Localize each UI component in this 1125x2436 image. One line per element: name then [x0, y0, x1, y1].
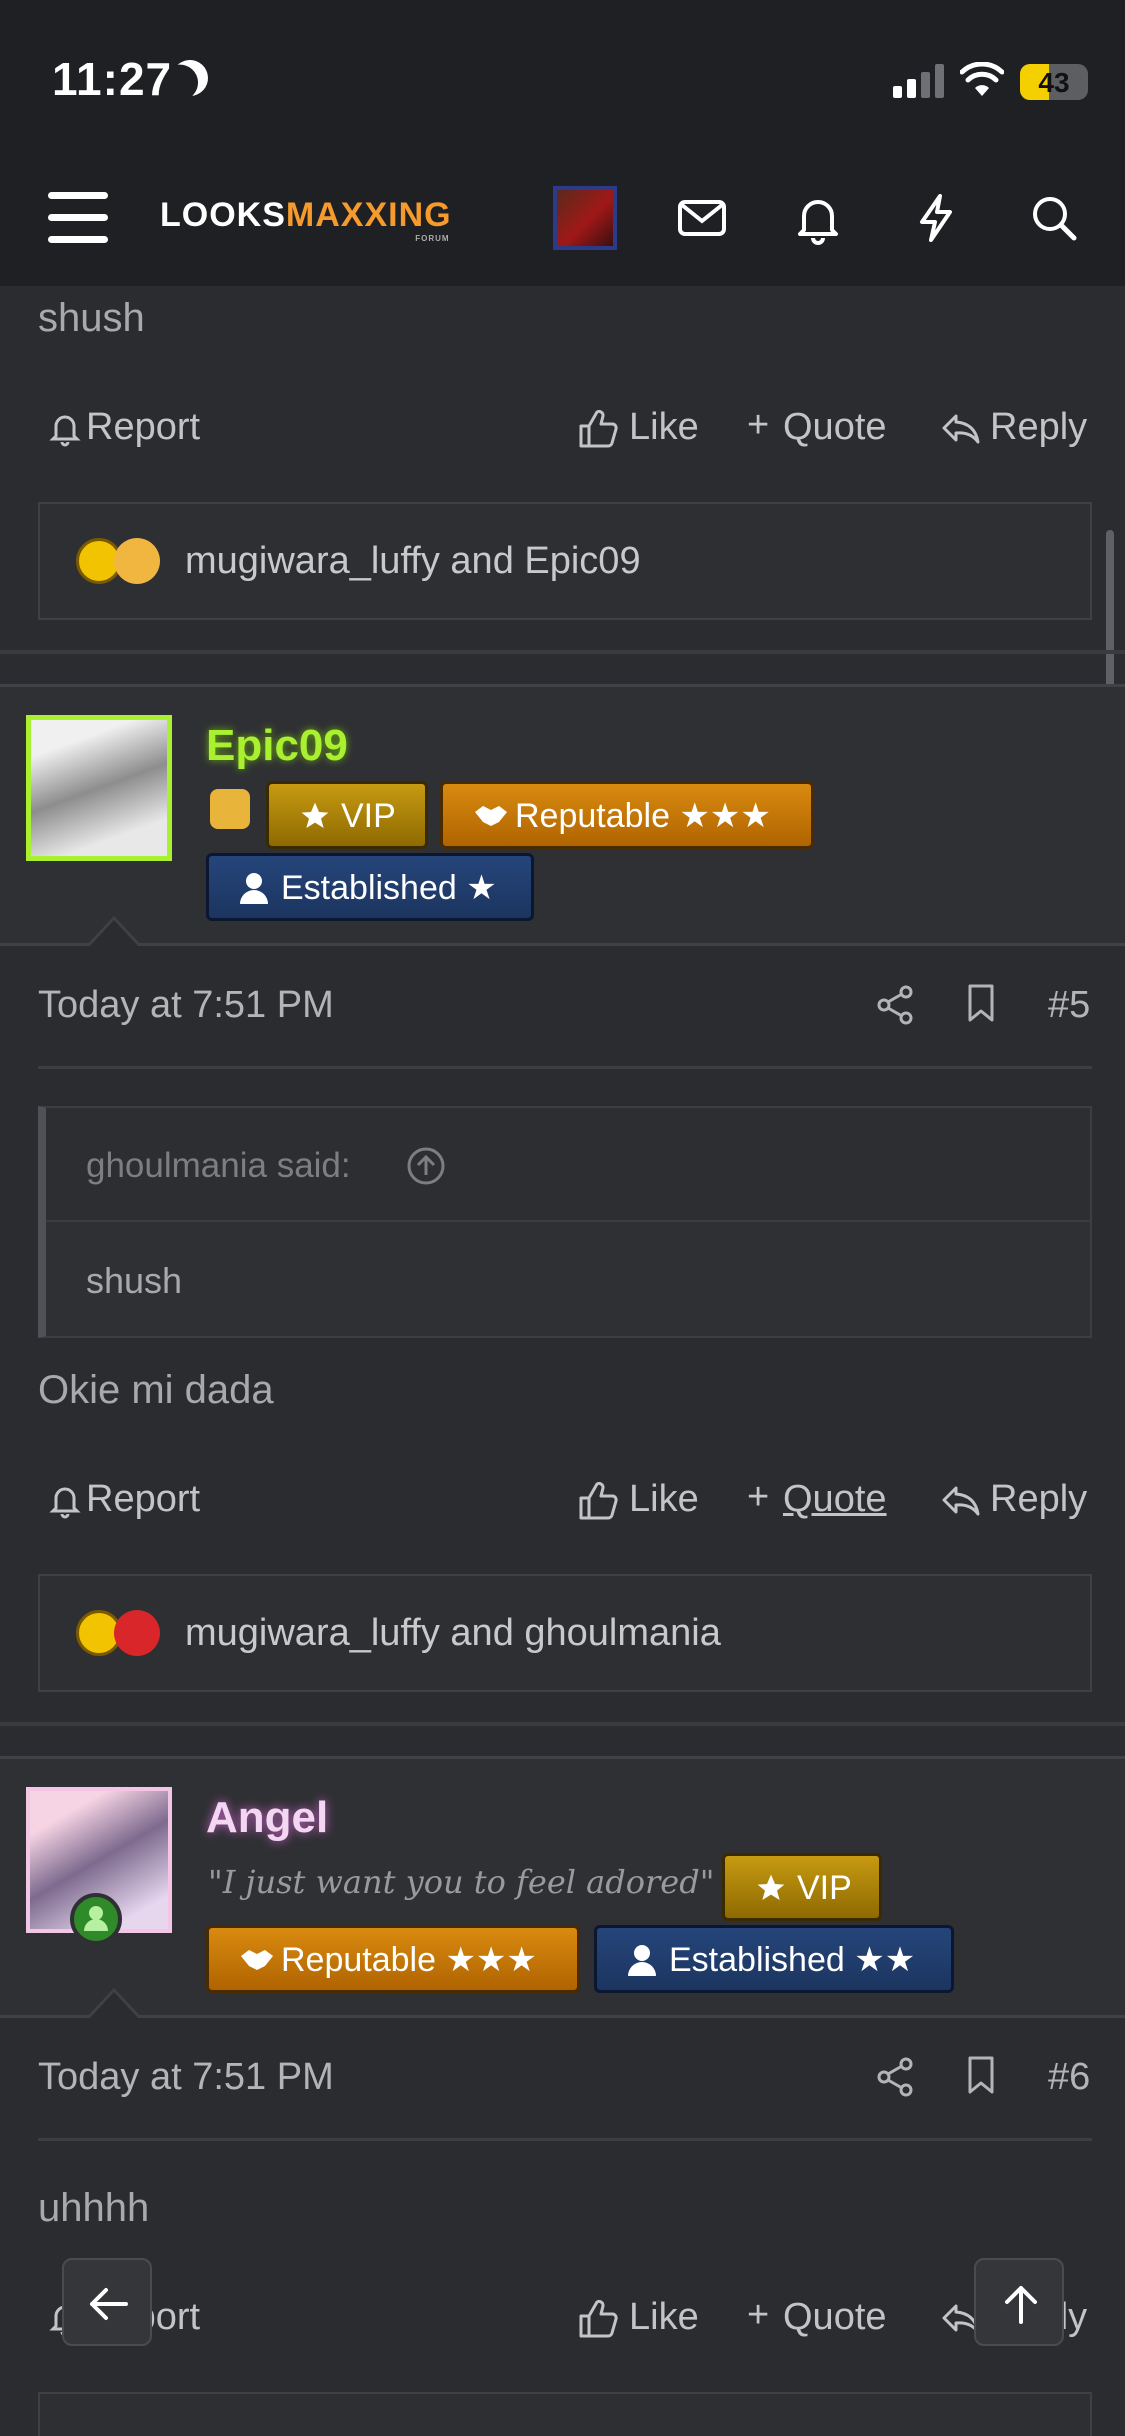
thumbs-down-reaction-icon	[114, 1610, 160, 1656]
logo-main-text: LOOKS	[160, 196, 286, 234]
online-status-icon	[70, 1893, 122, 1945]
cellular-signal-icon	[893, 64, 945, 98]
plus-icon: +	[747, 404, 770, 446]
reactions-summary[interactable]: mugiwara_luffy and Epic09	[38, 502, 1092, 620]
bell-icon	[49, 1487, 81, 1519]
vip-badge: VIP	[722, 1853, 882, 1921]
bolt-icon[interactable]	[908, 190, 964, 246]
scroll-to-top-button[interactable]	[974, 2258, 1064, 2346]
post-separator	[0, 1722, 1125, 1726]
account-avatar[interactable]	[553, 186, 617, 250]
logo-accent-text: MAXXING	[285, 196, 452, 234]
quote-block: ghoulmania said: shush	[38, 1106, 1092, 1338]
wifi-icon	[960, 62, 1004, 96]
moon-icon	[166, 54, 214, 102]
vip-badge: VIP	[266, 781, 428, 849]
post-date[interactable]: Today at 7:51 PM	[38, 984, 334, 1027]
handshake-icon	[475, 806, 507, 826]
reactions-users: mugiwara_luffy and Epic09	[185, 540, 641, 582]
logo-sub-text: FORUM	[415, 234, 450, 243]
site-header: LOOKSMAXXING FORUM	[0, 160, 1125, 286]
post-number[interactable]: #6	[1048, 2056, 1090, 2099]
bookmark-icon[interactable]	[960, 982, 1002, 1024]
pleading-face-reaction-icon	[114, 538, 160, 584]
post-6-user-bar: Angel "I just want you to feel adored" ❦…	[0, 1756, 1125, 2018]
post-body-text: uhhhh	[38, 2186, 150, 2230]
arrow-left-icon	[90, 2288, 128, 2320]
like-button[interactable]: Like	[577, 406, 707, 452]
reputable-badge: Reputable ★★★	[440, 781, 814, 849]
post-separator	[0, 650, 1125, 654]
user-avatar[interactable]	[26, 715, 172, 861]
bookmark-icon[interactable]	[960, 2054, 1002, 2096]
jump-to-quote-icon[interactable]	[406, 1146, 446, 1186]
quote-text: shush	[86, 1260, 183, 1301]
reply-icon	[942, 414, 980, 444]
forum-thread-screen: 11:27 43 LOOKSMAXXING FORUM shush Report…	[0, 0, 1125, 2436]
post-caret	[86, 1988, 142, 2019]
like-button[interactable]: Like	[577, 1478, 707, 1524]
menu-icon[interactable]	[48, 192, 108, 244]
search-icon[interactable]	[1026, 190, 1082, 246]
post-5-user-bar: Epic09 VIP Reputable ★★★ Established ★	[0, 684, 1125, 946]
reactions-users: mugiwara_luffy and ghoulmania	[185, 1612, 721, 1654]
mail-icon[interactable]	[674, 190, 730, 246]
clock: 11:27	[52, 53, 173, 105]
battery-percent: 43	[1038, 67, 1070, 98]
bell-icon	[49, 415, 81, 447]
thumbs-up-icon	[579, 1481, 618, 1520]
thumbs-up-icon	[579, 409, 618, 448]
established-badge: Established ★	[206, 853, 534, 921]
plus-icon: +	[747, 2294, 770, 2336]
divider	[38, 2138, 1092, 2141]
status-bar: 11:27 43	[0, 0, 1125, 160]
reactions-summary[interactable]: mugiwara_luffy and ghoulmania	[38, 1574, 1092, 1692]
reply-button[interactable]: Reply	[940, 1478, 1090, 1524]
share-icon[interactable]	[874, 2056, 916, 2098]
back-button[interactable]	[62, 2258, 152, 2346]
report-button[interactable]: Report	[48, 1478, 228, 1524]
share-icon[interactable]	[874, 984, 916, 1026]
bell-icon[interactable]	[790, 190, 846, 246]
quote-button[interactable]: + Quote	[747, 404, 897, 452]
username[interactable]: Angel	[206, 1793, 328, 1843]
post-body-text: shush	[38, 296, 145, 340]
star-icon	[757, 1874, 785, 1900]
site-logo[interactable]: LOOKSMAXXING FORUM	[160, 196, 452, 243]
reactions-summary[interactable]	[38, 2392, 1092, 2436]
like-button[interactable]: Like	[577, 2296, 707, 2342]
thumbs-up-icon	[579, 2299, 618, 2338]
user-icon	[628, 1945, 656, 1976]
quote-author[interactable]: ghoulmania said:	[86, 1146, 351, 1186]
quote-button[interactable]: + Quote	[747, 2294, 897, 2342]
established-badge: Established ★★	[594, 1925, 954, 1993]
post-number[interactable]: #5	[1048, 984, 1090, 1027]
reputable-badge: Reputable ★★★	[206, 1925, 580, 1993]
post-caret	[86, 916, 142, 947]
battery-icon: 43	[1020, 64, 1088, 100]
reply-button[interactable]: Reply	[940, 406, 1090, 452]
cat-emoji-icon	[210, 789, 250, 829]
quote-button[interactable]: + Quote	[747, 1476, 897, 1524]
user-status-quote: "I just want you to feel adored" ❦	[208, 1863, 752, 1901]
divider	[38, 1066, 1092, 1069]
star-icon	[301, 802, 329, 828]
handshake-icon	[241, 1950, 273, 1970]
user-icon	[240, 873, 268, 904]
post-body-text: Okie mi dada	[38, 1368, 274, 1412]
username[interactable]: Epic09	[206, 721, 348, 771]
report-button[interactable]: Report	[48, 406, 228, 452]
arrow-up-icon	[1005, 2286, 1037, 2324]
plus-icon: +	[747, 1476, 770, 1518]
reply-icon	[942, 1486, 980, 1516]
post-date[interactable]: Today at 7:51 PM	[38, 2056, 334, 2099]
